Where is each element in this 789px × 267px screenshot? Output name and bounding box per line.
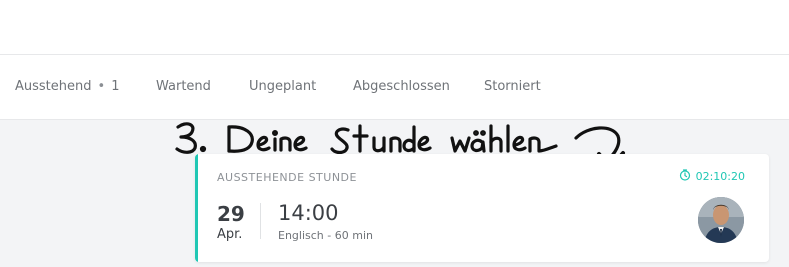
lesson-time: 14:00 — [278, 201, 339, 225]
top-bar — [0, 0, 789, 55]
tab-label: Wartend — [156, 79, 211, 94]
card-divider — [260, 203, 261, 239]
timer-value: 02:10:20 — [695, 170, 745, 183]
tabs-bar: Ausstehend • 1 Wartend Ungeplant Abgeschlo… — [0, 55, 789, 120]
tab-abgeschlossen[interactable]: Abgeschlossen — [353, 79, 450, 94]
tab-storniert[interactable]: Storniert — [484, 79, 541, 94]
countdown-timer: 02:10:20 — [679, 169, 745, 184]
lesson-month: Apr. — [217, 227, 243, 242]
separator-dot: • — [97, 79, 106, 94]
tab-ungeplant[interactable]: Ungeplant — [249, 79, 316, 94]
tab-label: Ungeplant — [249, 79, 317, 94]
tab-ausstehend[interactable]: Ausstehend • 1 — [15, 79, 119, 94]
card-accent-bar — [195, 154, 198, 262]
lesson-card[interactable]: AUSSTEHENDE STUNDE 02:10:20 29 Apr. 14:0… — [195, 154, 769, 262]
teacher-avatar-image — [698, 197, 744, 243]
tab-count: 1 — [111, 79, 120, 94]
card-header: AUSSTEHENDE STUNDE — [217, 171, 357, 184]
lesson-day: 29 — [217, 202, 245, 226]
tab-label: Storniert — [484, 79, 541, 94]
avatar[interactable] — [698, 197, 744, 243]
lesson-details: Englisch - 60 min — [278, 229, 373, 242]
clock-icon — [679, 169, 691, 184]
tab-label: Abgeschlossen — [353, 79, 450, 94]
tab-label: Ausstehend — [15, 79, 92, 94]
tab-wartend[interactable]: Wartend — [156, 79, 211, 94]
